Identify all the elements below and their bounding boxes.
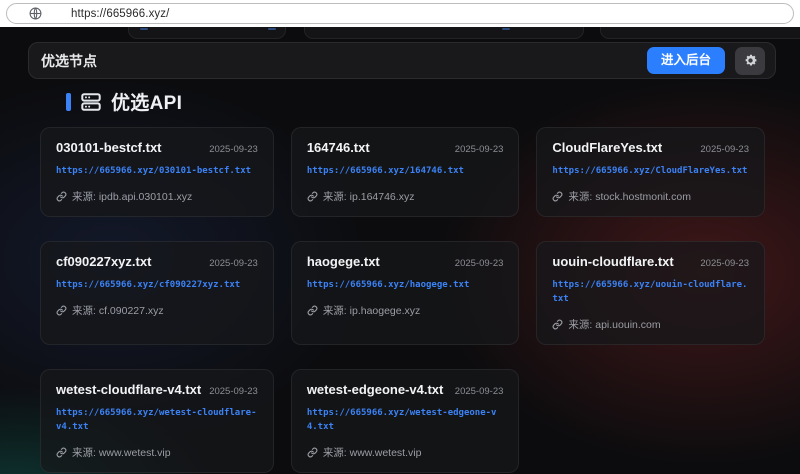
cutoff-text-speck (502, 28, 510, 30)
card-title: 164746.txt (307, 140, 370, 155)
globe-icon (29, 7, 42, 20)
api-card[interactable]: wetest-cloudflare-v4.txt 2025-09-23 http… (40, 369, 274, 473)
card-date: 2025-09-23 (455, 144, 504, 155)
link-icon (307, 305, 318, 316)
card-title: 030101-bestcf.txt (56, 140, 162, 155)
card-header: 030101-bestcf.txt 2025-09-23 (56, 140, 258, 155)
card-source-text: 来源: cf.090227.xyz (72, 303, 164, 318)
cutoff-text-speck (268, 28, 276, 30)
enter-admin-button[interactable]: 进入后台 (647, 47, 725, 74)
card-url-link[interactable]: https://665966.xyz/cf090227xyz.txt (56, 279, 258, 293)
card-source: 来源: www.wetest.vip (56, 445, 258, 460)
cutoff-card-fragment (600, 27, 800, 39)
page-background: 优选节点 进入后台 优选API 030101-bestcf.txt 2025-0… (0, 27, 800, 474)
card-url-link[interactable]: https://665966.xyz/uouin-cloudflare.txt (552, 279, 749, 307)
link-icon (56, 305, 67, 316)
settings-button[interactable] (735, 47, 765, 75)
section-title: 优选API (111, 88, 182, 115)
section-header: 优选API (66, 88, 182, 115)
card-title: CloudFlareYes.txt (552, 140, 662, 155)
card-source: 来源: cf.090227.xyz (56, 303, 258, 318)
card-source-text: 来源: www.wetest.vip (323, 445, 422, 460)
card-source: 来源: stock.hostmonit.com (552, 189, 749, 204)
api-card[interactable]: cf090227xyz.txt 2025-09-23 https://66596… (40, 241, 274, 345)
cutoff-card-fragment (304, 27, 584, 39)
api-card[interactable]: haogege.txt 2025-09-23 https://665966.xy… (291, 241, 520, 345)
card-header: wetest-cloudflare-v4.txt 2025-09-23 (56, 382, 258, 397)
server-icon (80, 91, 102, 113)
link-icon (552, 191, 563, 202)
card-source-text: 来源: api.uouin.com (568, 317, 660, 332)
card-header: wetest-edgeone-v4.txt 2025-09-23 (307, 382, 504, 397)
card-header: cf090227xyz.txt 2025-09-23 (56, 254, 258, 269)
card-date: 2025-09-23 (455, 258, 504, 269)
card-header: 164746.txt 2025-09-23 (307, 140, 504, 155)
api-card[interactable]: 030101-bestcf.txt 2025-09-23 https://665… (40, 127, 274, 217)
card-source-text: 来源: www.wetest.vip (72, 445, 171, 460)
card-url-link[interactable]: https://665966.xyz/haogege.txt (307, 279, 504, 293)
address-bar[interactable]: https://665966.xyz/ (6, 3, 794, 24)
card-header: uouin-cloudflare.txt 2025-09-23 (552, 254, 749, 269)
card-source: 来源: ipdb.api.030101.xyz (56, 189, 258, 204)
link-icon (307, 447, 318, 458)
card-title: uouin-cloudflare.txt (552, 254, 673, 269)
card-date: 2025-09-23 (209, 258, 258, 269)
card-source: 来源: www.wetest.vip (307, 445, 504, 460)
card-header: CloudFlareYes.txt 2025-09-23 (552, 140, 749, 155)
link-icon (56, 447, 67, 458)
card-source: 来源: ip.164746.xyz (307, 189, 504, 204)
api-card[interactable]: 164746.txt 2025-09-23 https://665966.xyz… (291, 127, 520, 217)
card-header: haogege.txt 2025-09-23 (307, 254, 504, 269)
page-title: 优选节点 (41, 51, 97, 71)
api-cards-grid: 030101-bestcf.txt 2025-09-23 https://665… (40, 127, 765, 473)
card-url-link[interactable]: https://665966.xyz/wetest-cloudflare-v4.… (56, 407, 258, 435)
card-url-link[interactable]: https://665966.xyz/CloudFlareYes.txt (552, 165, 749, 179)
card-url-link[interactable]: https://665966.xyz/wetest-edgeone-v4.txt (307, 407, 504, 435)
card-source: 来源: ip.haogege.xyz (307, 303, 504, 318)
card-url-link[interactable]: https://665966.xyz/030101-bestcf.txt (56, 165, 258, 179)
browser-url-bar: https://665966.xyz/ (0, 0, 800, 27)
api-card[interactable]: wetest-edgeone-v4.txt 2025-09-23 https:/… (291, 369, 520, 473)
card-title: wetest-cloudflare-v4.txt (56, 382, 201, 397)
link-icon (56, 191, 67, 202)
card-source-text: 来源: ipdb.api.030101.xyz (72, 189, 192, 204)
cutoff-card-fragment (128, 27, 286, 39)
card-source-text: 来源: ip.haogege.xyz (323, 303, 420, 318)
page-header: 优选节点 进入后台 (28, 42, 776, 79)
gear-icon (743, 53, 758, 68)
card-source: 来源: api.uouin.com (552, 317, 749, 332)
link-icon (552, 319, 563, 330)
card-date: 2025-09-23 (209, 144, 258, 155)
card-date: 2025-09-23 (209, 386, 258, 397)
card-date: 2025-09-23 (700, 258, 749, 269)
card-source-text: 来源: stock.hostmonit.com (568, 189, 691, 204)
api-card[interactable]: uouin-cloudflare.txt 2025-09-23 https://… (536, 241, 765, 345)
accent-bar (66, 93, 71, 111)
card-url-link[interactable]: https://665966.xyz/164746.txt (307, 165, 504, 179)
cutoff-text-speck (140, 28, 148, 30)
card-title: haogege.txt (307, 254, 380, 269)
card-title: wetest-edgeone-v4.txt (307, 382, 444, 397)
card-date: 2025-09-23 (700, 144, 749, 155)
api-card[interactable]: CloudFlareYes.txt 2025-09-23 https://665… (536, 127, 765, 217)
link-icon (307, 191, 318, 202)
url-text: https://665966.xyz/ (71, 8, 169, 20)
card-title: cf090227xyz.txt (56, 254, 151, 269)
card-source-text: 来源: ip.164746.xyz (323, 189, 415, 204)
card-date: 2025-09-23 (455, 386, 504, 397)
